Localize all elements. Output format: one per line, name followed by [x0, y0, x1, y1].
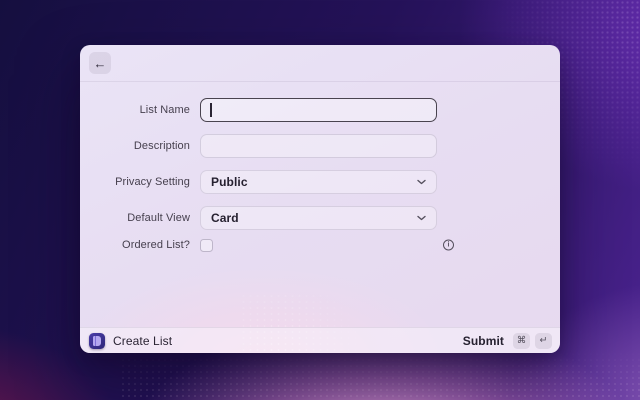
description-label: Description: [133, 140, 190, 152]
submit-button[interactable]: Submit: [463, 334, 504, 348]
back-arrow-icon: ←: [93, 55, 107, 71]
ordered-list-label: Ordered List?: [122, 239, 190, 251]
footer-actions: Submit ⌘ ↵: [463, 332, 552, 349]
wallpaper-dot-texture-bottom: [120, 345, 640, 400]
list-name-label: List Name: [139, 104, 190, 116]
default-view-label: Default View: [127, 212, 190, 224]
text-cursor: [210, 103, 212, 117]
window-header: ←: [80, 45, 560, 82]
window-footer: Create List Submit ⌘ ↵: [80, 327, 560, 353]
ordered-list-checkbox[interactable]: [200, 238, 213, 252]
privacy-setting-value: Public: [211, 175, 248, 189]
form-row-default-view: Default View Card: [80, 206, 560, 230]
create-list-window: ← List Name Description Privacy Setting …: [80, 45, 560, 353]
info-icon-glyph: i: [447, 241, 450, 249]
book-icon: [93, 335, 101, 346]
default-view-value: Card: [211, 211, 239, 225]
command-title: Create List: [113, 333, 173, 348]
form-row-description: Description: [80, 134, 560, 158]
privacy-setting-dropdown[interactable]: Public: [200, 170, 437, 194]
default-view-dropdown[interactable]: Card: [200, 206, 437, 230]
return-key-icon[interactable]: ↵: [535, 332, 552, 349]
app-icon: [89, 332, 105, 349]
back-button[interactable]: ←: [89, 52, 111, 74]
info-icon[interactable]: i: [443, 239, 454, 251]
description-input[interactable]: [200, 134, 437, 158]
desktop-wallpaper: ← List Name Description Privacy Setting …: [0, 0, 640, 400]
chevron-down-icon: [417, 215, 426, 221]
form-row-ordered-list: Ordered List? i: [80, 238, 560, 252]
command-key-icon[interactable]: ⌘: [513, 332, 530, 349]
privacy-setting-label: Privacy Setting: [115, 176, 190, 188]
chevron-down-icon: [417, 179, 426, 185]
form-area: List Name Description Privacy Setting Pu…: [80, 82, 560, 327]
form-row-list-name: List Name: [80, 98, 560, 122]
form-row-privacy-setting: Privacy Setting Public: [80, 170, 560, 194]
list-name-input[interactable]: [200, 98, 437, 122]
